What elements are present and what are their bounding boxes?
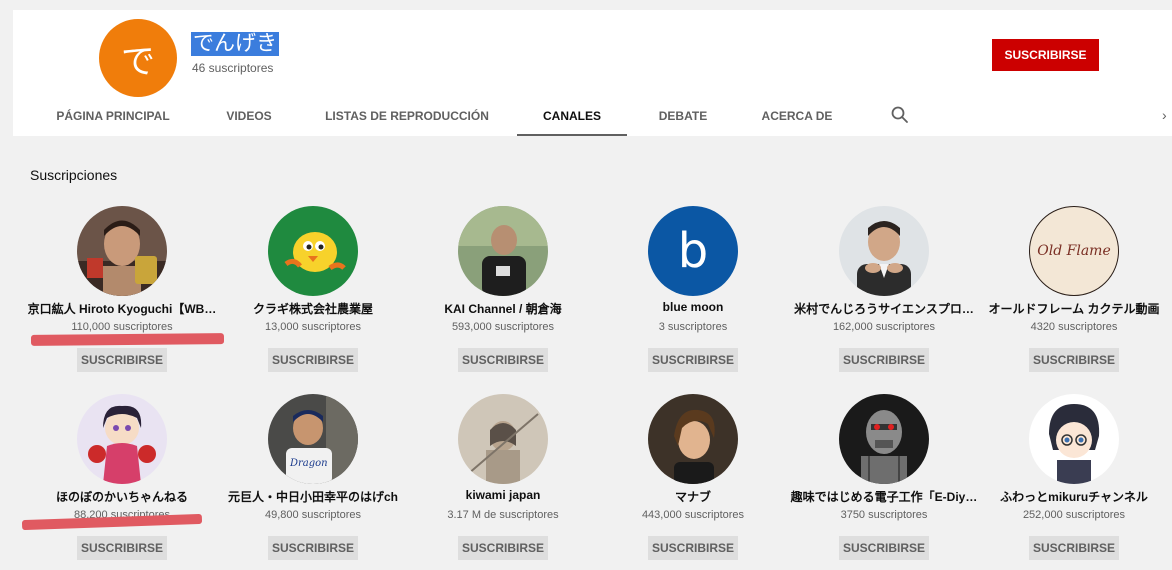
channel-name: でんげき bbox=[191, 32, 279, 56]
channel-avatar[interactable] bbox=[458, 394, 548, 484]
annotation-mark bbox=[30, 333, 225, 346]
subscriber-count: 162,000 suscriptores bbox=[832, 321, 936, 333]
subscribe-button[interactable]: SUSCRIBIRSE bbox=[1029, 536, 1119, 560]
subscribe-button[interactable]: SUSCRIBIRSE bbox=[839, 536, 929, 560]
channel-avatar[interactable]: b bbox=[648, 206, 738, 296]
channel-avatar[interactable]: Old Flame bbox=[1029, 206, 1119, 296]
search-icon[interactable] bbox=[889, 104, 911, 126]
subscriber-count: 252,000 suscriptores bbox=[1022, 509, 1126, 521]
channel-tabs: PÁGINA PRINCIPAL VIDEOS LISTAS DE REPROD… bbox=[0, 98, 1172, 136]
chevron-right-icon[interactable]: › bbox=[1162, 107, 1167, 123]
subscriber-count: 13,000 suscriptores bbox=[265, 321, 361, 333]
channel-name[interactable]: ふわっとmikuruチャンネル bbox=[979, 488, 1169, 505]
subscriber-count: 110,000 suscriptores bbox=[71, 321, 173, 333]
channel-card: ほのぼのかいちゃんねる 88,200 suscriptores SUSCRIBI… bbox=[27, 394, 217, 570]
channel-header: で でんげき 46 suscriptores SUSCRIBIRSE PÁGIN… bbox=[0, 0, 1172, 136]
channel-avatar[interactable] bbox=[77, 206, 167, 296]
tab-channels[interactable]: CANALES bbox=[517, 98, 627, 136]
channel-avatar[interactable]: Dragon bbox=[268, 394, 358, 484]
channel-card: 京口紘人 Hiroto Kyoguchi【WB… 110,000 suscrip… bbox=[27, 206, 217, 382]
avatar-letter: b bbox=[677, 223, 709, 279]
channel-card: b blue moon 3 suscriptores SUSCRIBIRSE bbox=[598, 206, 788, 382]
subscribe-button[interactable]: SUSCRIBIRSE bbox=[458, 348, 548, 372]
channel-name[interactable]: 趣味ではじめる電子工作「E-Diy… bbox=[789, 488, 979, 505]
subscribe-button[interactable]: SUSCRIBIRSE bbox=[268, 536, 358, 560]
logo-text: Old Flame bbox=[1037, 243, 1111, 259]
channel-avatar[interactable] bbox=[839, 206, 929, 296]
channel-name[interactable]: KAI Channel / 朝倉海 bbox=[408, 300, 598, 317]
channel-card: KAI Channel / 朝倉海 593,000 suscriptores S… bbox=[408, 206, 598, 382]
tab-discussion[interactable]: DEBATE bbox=[648, 98, 718, 134]
channel-card: 趣味ではじめる電子工作「E-Diy… 3750 suscriptores SUS… bbox=[789, 394, 979, 570]
subscribe-button[interactable]: SUSCRIBIRSE bbox=[648, 348, 738, 372]
subscribe-button[interactable]: SUSCRIBIRSE bbox=[458, 536, 548, 560]
channel-name[interactable]: 米村でんじろうサイエンスプロ… bbox=[789, 300, 979, 317]
channel-avatar[interactable] bbox=[648, 394, 738, 484]
tab-playlists[interactable]: LISTAS DE REPRODUCCIÓN bbox=[318, 98, 496, 134]
subscribe-button[interactable]: SUSCRIBIRSE bbox=[648, 536, 738, 560]
channel-avatar[interactable]: で bbox=[99, 19, 177, 97]
channel-avatar[interactable] bbox=[458, 206, 548, 296]
channel-card: ふわっとmikuruチャンネル 252,000 suscriptores SUS… bbox=[979, 394, 1169, 570]
subscribe-button[interactable]: SUSCRIBIRSE bbox=[268, 348, 358, 372]
channel-avatar[interactable] bbox=[839, 394, 929, 484]
channel-name[interactable]: マナブ bbox=[598, 488, 788, 505]
tab-about[interactable]: ACERCA DE bbox=[752, 98, 842, 134]
subscribe-button[interactable]: SUSCRIBIRSE bbox=[1029, 348, 1119, 372]
channel-card: マナブ 443,000 suscriptores SUSCRIBIRSE bbox=[598, 394, 788, 570]
subscribe-button[interactable]: SUSCRIBIRSE bbox=[839, 348, 929, 372]
channel-avatar[interactable] bbox=[268, 206, 358, 296]
subscriber-count: 4320 suscriptores bbox=[1030, 321, 1118, 333]
subscriber-count: 3750 suscriptores bbox=[840, 509, 928, 521]
channel-card: Dragon 元巨人・中日小田幸平のはげch 49,800 suscriptor… bbox=[218, 394, 408, 570]
channel-name[interactable]: クラギ株式会社農業屋 bbox=[218, 300, 408, 317]
subscriber-count: 49,800 suscriptores bbox=[265, 509, 361, 521]
channel-card: 米村でんじろうサイエンスプロ… 162,000 suscriptores SUS… bbox=[789, 206, 979, 382]
channel-card: Old Flame オールドフレーム カクテル動画 4320 suscripto… bbox=[979, 206, 1169, 382]
subscriber-count: 3.17 M de suscriptores bbox=[447, 509, 559, 521]
channel-name[interactable]: 元巨人・中日小田幸平のはげch bbox=[218, 488, 408, 505]
section-title: Suscripciones bbox=[30, 167, 118, 183]
subscribe-button[interactable]: SUSCRIBIRSE bbox=[77, 536, 167, 560]
channel-subscriber-count: 46 suscriptores bbox=[192, 61, 274, 75]
channel-name[interactable]: blue moon bbox=[598, 300, 788, 314]
subscriber-count: 3 suscriptores bbox=[658, 321, 728, 333]
channel-avatar[interactable] bbox=[1029, 394, 1119, 484]
subscribe-button[interactable]: SUSCRIBIRSE bbox=[77, 348, 167, 372]
channel-name[interactable]: オールドフレーム カクテル動画 bbox=[979, 300, 1169, 317]
top-strip bbox=[0, 0, 1172, 10]
channel-card: kiwami japan 3.17 M de suscriptores SUSC… bbox=[408, 394, 598, 570]
svg-text:Dragon: Dragon bbox=[289, 458, 328, 469]
channel-avatar[interactable] bbox=[77, 394, 167, 484]
channel-name[interactable]: ほのぼのかいちゃんねる bbox=[27, 488, 217, 505]
tab-home[interactable]: PÁGINA PRINCIPAL bbox=[38, 98, 188, 134]
tab-videos[interactable]: VIDEOS bbox=[212, 98, 286, 134]
channel-name[interactable]: 京口紘人 Hiroto Kyoguchi【WB… bbox=[27, 300, 217, 317]
subscriber-count: 593,000 suscriptores bbox=[451, 321, 555, 333]
channel-card: クラギ株式会社農業屋 13,000 suscriptores SUSCRIBIR… bbox=[218, 206, 408, 382]
channel-name[interactable]: kiwami japan bbox=[408, 488, 598, 502]
subscriber-count: 443,000 suscriptores bbox=[641, 509, 745, 521]
subscribe-button[interactable]: SUSCRIBIRSE bbox=[992, 39, 1099, 71]
